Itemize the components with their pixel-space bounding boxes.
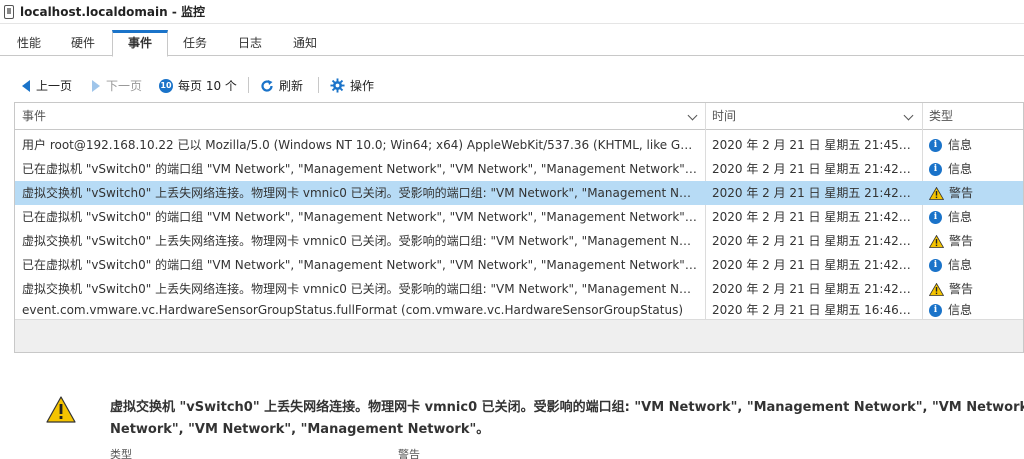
event-cell: event.com.vmware.vc.HardwareSensorGroupS… xyxy=(22,303,684,317)
type-label: 警告 xyxy=(949,234,974,248)
type-cell: i 信息 xyxy=(929,301,1023,319)
type-cell: 警告 xyxy=(929,277,1023,301)
prev-page-button[interactable]: 上一页 xyxy=(22,77,72,94)
column-header-time-label: 时间 xyxy=(712,109,737,123)
page-size-icon: 10 xyxy=(159,78,173,93)
window-title: localhost.localdomain - 监控 xyxy=(20,5,206,19)
time-cell: 2020 年 2 月 21 日 星期五 21:45:37... xyxy=(712,138,912,152)
gear-icon xyxy=(330,78,345,93)
time-cell: 2020 年 2 月 21 日 星期五 21:42:14... xyxy=(712,282,912,296)
toolbar-divider xyxy=(248,77,249,93)
table-row-selected[interactable]: 虚拟交换机 "vSwitch0" 上丢失网络连接。物理网卡 vmnic0 已关闭… xyxy=(15,181,1023,205)
page-size-label: 每页 10 个 xyxy=(178,79,237,93)
column-header-event[interactable]: 事件 xyxy=(15,103,705,130)
column-header-time[interactable]: 时间 xyxy=(705,103,922,130)
info-icon: i xyxy=(929,303,942,317)
refresh-label: 刷新 xyxy=(279,79,304,93)
tab-hardware[interactable]: 硬件 xyxy=(68,30,98,56)
grid-header: 事件 时间 类型 xyxy=(15,103,1023,130)
prev-page-label: 上一页 xyxy=(36,79,73,93)
tab-performance[interactable]: 性能 xyxy=(14,30,44,56)
warning-icon xyxy=(46,396,76,423)
event-cell: 已在虚拟机 "vSwitch0" 的端口组 "VM Network", "Man… xyxy=(22,210,697,224)
time-cell: 2020 年 2 月 21 日 星期五 21:42:17... xyxy=(712,234,912,248)
table-row[interactable]: 已在虚拟机 "vSwitch0" 的端口组 "VM Network", "Man… xyxy=(15,157,1023,181)
time-cell: 2020 年 2 月 21 日 星期五 21:42:31... xyxy=(712,186,912,200)
warning-icon xyxy=(929,186,944,200)
chevron-down-icon[interactable] xyxy=(687,110,698,121)
type-label: 信息 xyxy=(948,303,973,317)
type-label: 警告 xyxy=(949,186,974,200)
column-header-type-label: 类型 xyxy=(929,109,954,123)
event-cell: 用户 root@192.168.10.22 已以 Mozilla/5.0 (Wi… xyxy=(22,138,697,152)
info-icon: i xyxy=(929,138,942,152)
refresh-icon xyxy=(261,79,273,92)
window-icon xyxy=(4,4,14,19)
table-row[interactable]: 虚拟交换机 "vSwitch0" 上丢失网络连接。物理网卡 vmnic0 已关闭… xyxy=(15,277,1023,301)
warning-icon xyxy=(929,282,944,296)
page-size-button[interactable]: 10 每页 10 个 xyxy=(159,77,237,94)
actions-label: 操作 xyxy=(350,79,375,93)
window-titlebar: localhost.localdomain - 监控 xyxy=(0,0,1024,24)
detail-type-label: 类型 xyxy=(110,448,132,459)
type-label: 信息 xyxy=(948,162,973,176)
event-detail-message: 虚拟交换机 "vSwitch0" 上丢失网络连接。物理网卡 vmnic0 已关闭… xyxy=(110,397,1024,441)
event-detail-panel: 虚拟交换机 "vSwitch0" 上丢失网络连接。物理网卡 vmnic0 已关闭… xyxy=(0,380,1024,459)
next-page-button[interactable]: 下一页 xyxy=(92,77,142,94)
type-cell: i 信息 xyxy=(929,205,1023,229)
type-label: 信息 xyxy=(948,138,973,152)
event-cell: 虚拟交换机 "vSwitch0" 上丢失网络连接。物理网卡 vmnic0 已关闭… xyxy=(22,282,697,296)
events-grid: 事件 时间 类型 用户 root@192.168.10.22 已以 Mozill… xyxy=(14,102,1024,353)
info-icon: i xyxy=(929,162,942,176)
type-cell: 警告 xyxy=(929,181,1023,205)
info-icon: i xyxy=(929,210,942,224)
actions-button[interactable]: 操作 xyxy=(330,77,374,94)
time-cell: 2020 年 2 月 21 日 星期五 21:42:19... xyxy=(712,210,912,224)
time-cell: 2020 年 2 月 21 日 星期五 21:42:16... xyxy=(712,258,912,272)
arrow-left-icon xyxy=(22,79,30,92)
tab-tasks[interactable]: 任务 xyxy=(180,30,210,56)
event-cell: 已在虚拟机 "vSwitch0" 的端口组 "VM Network", "Man… xyxy=(22,162,697,176)
table-row[interactable]: 用户 root@192.168.10.22 已以 Mozilla/5.0 (Wi… xyxy=(15,133,1023,157)
arrow-right-icon xyxy=(92,79,100,92)
event-detail-message-line: 虚拟交换机 "vSwitch0" 上丢失网络连接。物理网卡 vmnic0 已关闭… xyxy=(110,400,1024,415)
time-cell: 2020 年 2 月 21 日 星期五 16:46:07... xyxy=(712,303,912,317)
type-label: 警告 xyxy=(949,282,974,296)
event-cell: 已在虚拟机 "vSwitch0" 的端口组 "VM Network", "Man… xyxy=(22,258,697,272)
time-cell: 2020 年 2 月 21 日 星期五 21:42:34... xyxy=(712,162,912,176)
table-row[interactable]: 虚拟交换机 "vSwitch0" 上丢失网络连接。物理网卡 vmnic0 已关闭… xyxy=(15,229,1023,253)
toolbar: 上一页 下一页 10 每页 10 个 刷新 操作 xyxy=(0,70,1024,100)
chevron-down-icon[interactable] xyxy=(903,110,914,121)
table-row[interactable]: event.com.vmware.vc.HardwareSensorGroupS… xyxy=(15,301,1023,319)
event-detail-message-line: Network", "VM Network", "Management Netw… xyxy=(110,422,490,437)
tab-notifications[interactable]: 通知 xyxy=(290,30,320,56)
event-cell: 虚拟交换机 "vSwitch0" 上丢失网络连接。物理网卡 vmnic0 已关闭… xyxy=(22,186,697,200)
type-label: 信息 xyxy=(948,210,973,224)
tab-bar: 性能 硬件 事件 任务 日志 通知 xyxy=(0,30,1024,57)
grid-footer xyxy=(15,319,1023,352)
tab-logs[interactable]: 日志 xyxy=(235,30,265,56)
type-label: 信息 xyxy=(948,258,973,272)
tab-events[interactable]: 事件 xyxy=(112,30,168,57)
warning-icon xyxy=(929,234,944,248)
detail-type-value: 警告 xyxy=(398,448,420,459)
info-icon: i xyxy=(929,258,942,272)
table-row[interactable]: 已在虚拟机 "vSwitch0" 的端口组 "VM Network", "Man… xyxy=(15,205,1023,229)
column-header-event-label: 事件 xyxy=(22,109,47,123)
next-page-label: 下一页 xyxy=(106,79,143,93)
type-cell: i 信息 xyxy=(929,253,1023,277)
toolbar-divider xyxy=(318,77,319,93)
column-header-type[interactable]: 类型 xyxy=(922,103,1023,130)
refresh-button[interactable]: 刷新 xyxy=(260,77,303,94)
event-cell: 虚拟交换机 "vSwitch0" 上丢失网络连接。物理网卡 vmnic0 已关闭… xyxy=(22,234,697,248)
type-cell: i 信息 xyxy=(929,157,1023,181)
table-row[interactable]: 已在虚拟机 "vSwitch0" 的端口组 "VM Network", "Man… xyxy=(15,253,1023,277)
type-cell: i 信息 xyxy=(929,133,1023,157)
type-cell: 警告 xyxy=(929,229,1023,253)
